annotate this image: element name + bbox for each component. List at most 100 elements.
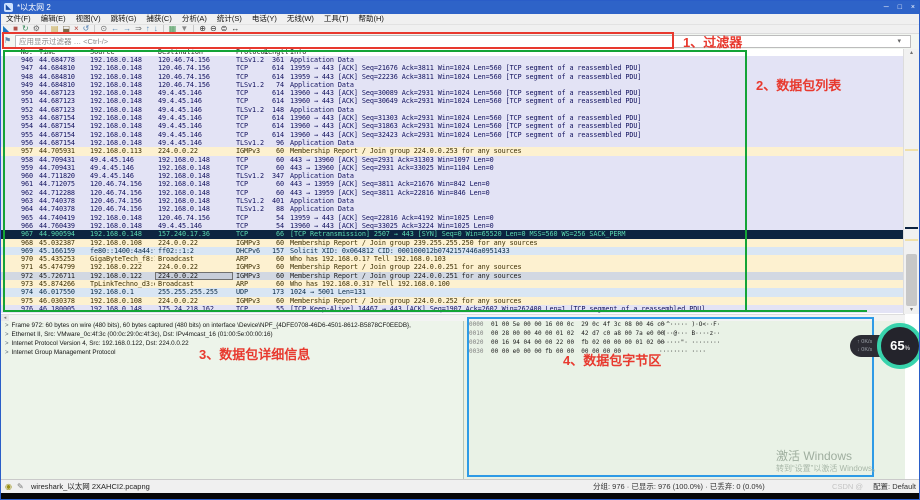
- packet-row[interactable]: 974 46.017550 192.168.0.1 255.255.255.255 UD…: [1, 288, 905, 297]
- cell-proto: TCP: [236, 213, 248, 222]
- column-header-time[interactable]: Time: [36, 49, 87, 56]
- hex-row[interactable]: 0010 00 28 00 00 40 00 01 02 42 d7 c0 a8 …: [464, 330, 905, 339]
- go-forward-icon[interactable]: →: [123, 25, 131, 33]
- restart-capture-icon[interactable]: ↻: [22, 25, 29, 33]
- packet-row[interactable]: 959 44.709431 49.4.45.146 192.168.0.148 TCP 6…: [1, 163, 905, 173]
- packet-row[interactable]: 969 45.166159 fe80::1400:4a44:f8c…ff02::1:…: [1, 246, 905, 256]
- vscroll-down-arrow-icon[interactable]: ▾: [904, 306, 919, 314]
- detail-line-text: Internet Group Management Protocol: [11, 349, 116, 356]
- cell-src: 192.168.0.148: [90, 122, 142, 131]
- expand-arrow-icon[interactable]: >: [5, 332, 9, 338]
- menu-telephony[interactable]: 电话(Y): [247, 14, 282, 24]
- packet-row[interactable]: 957 44.705931 192.168.0.113 224.0.0.22 IGMPv…: [1, 147, 905, 156]
- packet-row[interactable]: 970 45.435253 GigaByteTech_f8:18:…Broadcas…: [1, 255, 905, 264]
- packet-row[interactable]: 961 44.712075 120.46.74.156 192.168.0.148 TC…: [1, 180, 905, 189]
- packet-row[interactable]: 947 44.684810 192.168.0.148 120.46.74.156 TC…: [1, 64, 905, 73]
- zoom-in-icon[interactable]: ⊕: [199, 25, 206, 33]
- expand-arrow-icon[interactable]: >: [5, 323, 9, 329]
- zoom-reset-icon[interactable]: ⊜: [221, 25, 228, 33]
- packet-row[interactable]: 973 45.874266 TpLinkTechno_d3:e6:…Broadcas…: [1, 280, 905, 289]
- packet-row[interactable]: 960 44.711820 49.4.45.146 192.168.0.148 TLSv…: [1, 172, 905, 181]
- hex-row[interactable]: 0020 00 16 94 04 00 00 22 00 fb 02 00 00 …: [464, 339, 905, 348]
- column-header-lengtl[interactable]: Lengtl: [264, 49, 289, 56]
- column-header-no[interactable]: No.: [1, 49, 36, 56]
- packet-row[interactable]: 966 44.760439 192.168.0.148 49.4.45.146 TCP 5…: [1, 221, 905, 231]
- menu-view[interactable]: 视图(V): [71, 14, 106, 24]
- go-back-icon[interactable]: ←: [111, 25, 119, 33]
- open-file-icon[interactable]: ▤: [51, 25, 59, 33]
- packet-row[interactable]: 950 44.687123 192.168.0.148 49.4.45.146 TCP 6…: [1, 89, 905, 98]
- resize-columns-icon[interactable]: ↔: [231, 25, 239, 33]
- packet-row[interactable]: 975 46.030378 192.168.0.108 224.0.0.22 IGMPv…: [1, 296, 905, 305]
- packet-list-vscrollbar[interactable]: ▴ ▾: [903, 49, 919, 314]
- packet-row[interactable]: 956 44.687154 192.168.0.148 49.4.45.146 TLSv…: [1, 138, 905, 148]
- performance-gauge[interactable]: 65%: [877, 323, 919, 369]
- menu-go[interactable]: 跳转(G): [106, 14, 142, 24]
- expand-arrow-icon[interactable]: >: [5, 341, 9, 347]
- packet-row[interactable]: 964 44.740378 120.46.74.156 192.168.0.148 TL…: [1, 205, 905, 214]
- packet-row[interactable]: 976 46.180005 192.168.0.148 175.24.218.162 T…: [1, 304, 905, 314]
- menu-analyze[interactable]: 分析(A): [177, 14, 212, 24]
- packet-row[interactable]: 946 44.684778 192.168.0.148 120.46.74.156 TL…: [1, 56, 905, 65]
- maximize-icon[interactable]: □: [898, 4, 902, 11]
- packet-row[interactable]: 967 44.900594 192.168.0.148 157.240.17.36 TC…: [1, 230, 905, 239]
- column-header-info[interactable]: Info: [285, 49, 905, 56]
- packet-row[interactable]: 948 44.684810 192.168.0.148 120.46.74.156 TC…: [1, 72, 905, 81]
- column-header-source[interactable]: Source: [87, 49, 155, 56]
- filter-bookmark-icon[interactable]: ⚑: [4, 36, 11, 45]
- start-capture-icon[interactable]: ◣: [3, 25, 9, 33]
- expand-arrow-icon[interactable]: >: [5, 350, 9, 356]
- packet-row[interactable]: 951 44.687123 192.168.0.148 49.4.45.146 TCP 6…: [1, 97, 905, 106]
- menu-capture[interactable]: 捕获(C): [141, 14, 176, 24]
- packet-row[interactable]: 972 45.726711 192.168.0.122 224.0.0.22 IGMPv…: [1, 271, 905, 281]
- hex-row[interactable]: 0030 00 00 e0 00 00 fb 00 00 00 00 00 00 ·…: [464, 348, 905, 357]
- close-icon[interactable]: ×: [911, 4, 915, 11]
- detail-line[interactable]: > Internet Protocol Version 4, Src: 192.1…: [1, 339, 463, 348]
- minimize-icon[interactable]: ─: [884, 4, 889, 11]
- save-file-icon[interactable]: ⬓: [62, 25, 70, 33]
- stop-capture-icon[interactable]: ■: [13, 25, 18, 33]
- menu-statistics[interactable]: 统计(S): [212, 14, 247, 24]
- autoscroll-icon[interactable]: ▼: [180, 25, 188, 33]
- go-to-packet-icon[interactable]: ⇒: [135, 25, 142, 33]
- capture-options-icon[interactable]: ⚙: [33, 25, 40, 33]
- close-capture-icon[interactable]: ×: [74, 25, 79, 33]
- display-filter-input[interactable]: [15, 35, 911, 48]
- packet-row[interactable]: 962 44.712288 120.46.74.156 192.168.0.148 TC…: [1, 188, 905, 198]
- detail-line[interactable]: > Internet Group Management Protocol: [1, 348, 463, 357]
- menu-file[interactable]: 文件(F): [1, 14, 36, 24]
- packet-row[interactable]: 952 44.687123 192.168.0.148 49.4.45.146 TLSv…: [1, 105, 905, 115]
- packet-row[interactable]: 953 44.687154 192.168.0.148 49.4.45.146 TCP 6…: [1, 114, 905, 123]
- colorize-icon[interactable]: ▦: [169, 25, 177, 33]
- packet-row[interactable]: 954 44.687154 192.168.0.148 49.4.45.146 TCP 6…: [1, 122, 905, 131]
- zoom-out-icon[interactable]: ⊖: [210, 25, 217, 33]
- reload-icon[interactable]: ↺: [83, 25, 90, 33]
- menu-tools[interactable]: 工具(T): [319, 14, 354, 24]
- filter-dropdown-icon[interactable]: ▾: [897, 37, 901, 45]
- packet-row[interactable]: 958 44.709431 49.4.45.146 192.168.0.148 TCP 6…: [1, 155, 905, 164]
- profile-indicator[interactable]: 配置: Default: [873, 480, 916, 494]
- packet-row[interactable]: 955 44.687154 192.168.0.148 49.4.45.146 TCP 6…: [1, 130, 905, 139]
- menu-wireless[interactable]: 无线(W): [282, 14, 319, 24]
- menu-edit[interactable]: 编辑(E): [36, 14, 71, 24]
- go-first-icon[interactable]: ↑: [146, 25, 150, 33]
- packet-row[interactable]: 971 45.474799 192.168.0.222 224.0.0.22 IGMPv…: [1, 263, 905, 272]
- column-header-destination[interactable]: Destination: [155, 49, 233, 56]
- expert-info-icon[interactable]: ◉: [5, 480, 12, 494]
- packet-row[interactable]: 963 44.740378 120.46.74.156 192.168.0.148 TL…: [1, 197, 905, 206]
- packet-row[interactable]: 949 44.684810 192.168.0.148 120.46.74.156 TL…: [1, 80, 905, 90]
- menu-help[interactable]: 帮助(H): [354, 14, 389, 24]
- detail-line[interactable]: > Frame 972: 60 bytes on wire (480 bits),…: [1, 321, 463, 330]
- column-header-protocol[interactable]: Protocol: [233, 49, 269, 56]
- go-last-icon[interactable]: ↓: [154, 25, 158, 33]
- packet-row[interactable]: 965 44.740419 192.168.0.148 120.46.74.156 TC…: [1, 213, 905, 222]
- vscroll-thumb[interactable]: [906, 254, 917, 306]
- cell-proto: TCP: [236, 180, 248, 189]
- vscroll-up-arrow-icon[interactable]: ▴: [904, 49, 919, 57]
- find-packet-icon[interactable]: ⊙: [100, 25, 107, 33]
- hex-row[interactable]: 0000 01 00 5e 00 00 16 00 0c 29 0c 4f 3c …: [464, 321, 905, 330]
- packet-row[interactable]: 968 45.032387 192.168.0.108 224.0.0.22 IGMPv…: [1, 238, 905, 247]
- detail-line[interactable]: > Ethernet II, Src: VMware_0c:4f:3c (00:0…: [1, 330, 463, 339]
- cell-dst: 49.4.45.146: [158, 130, 202, 139]
- capture-comment-icon[interactable]: ✎: [17, 480, 24, 494]
